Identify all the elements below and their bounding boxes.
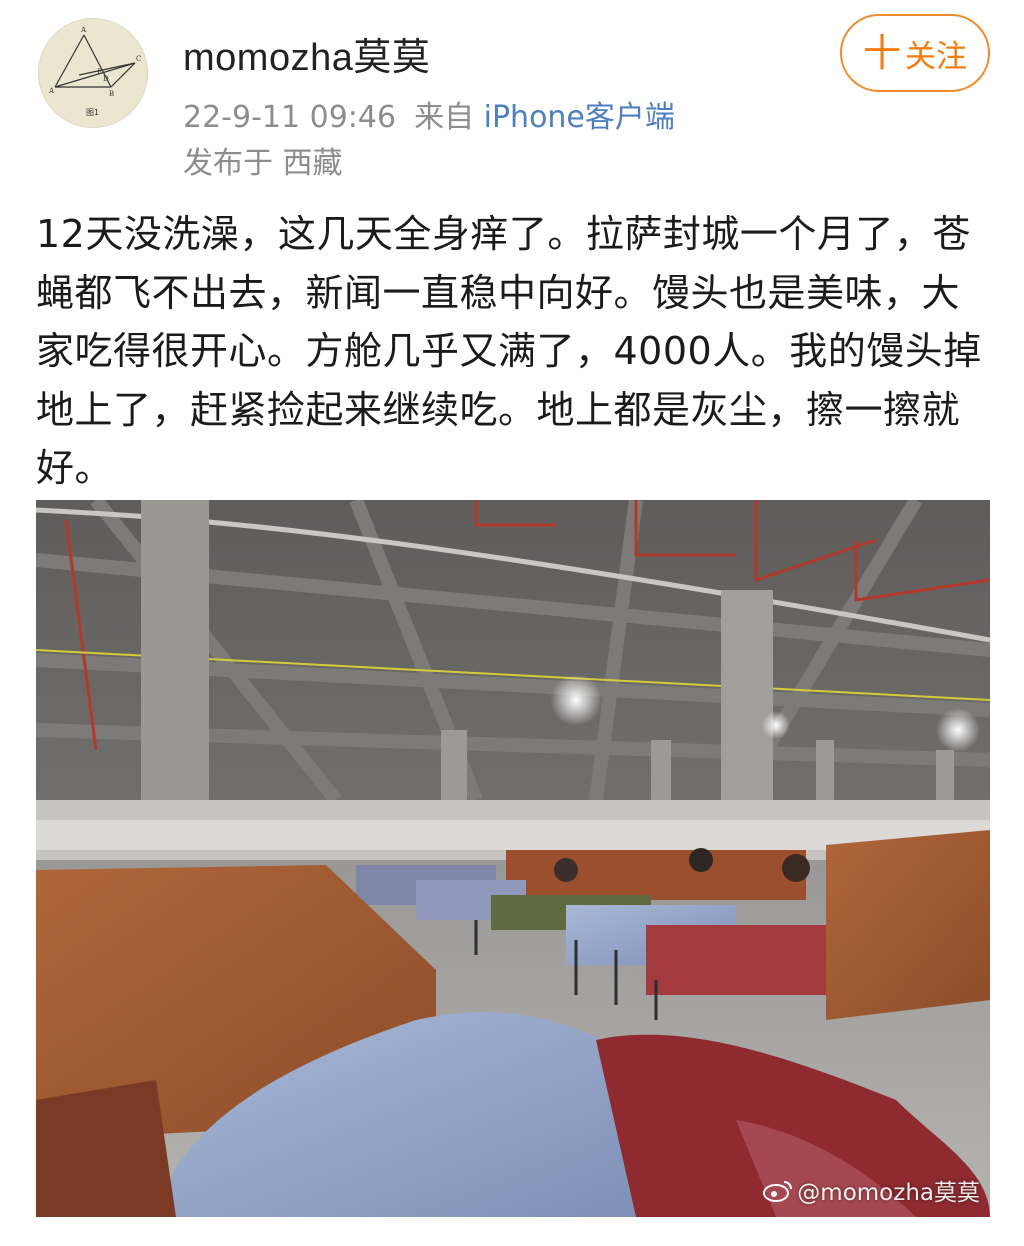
watermark-text: @momozha莫莫 (797, 1180, 980, 1206)
post-header: A C A B E D 图1 momozha莫莫 22-9-11 09:46 来自… (0, 0, 1024, 195)
svg-text:C: C (136, 55, 141, 63)
location: 发布于 西藏 (183, 146, 343, 181)
username[interactable]: momozha莫莫 (183, 26, 430, 81)
follow-button-label: 关注 (905, 38, 967, 75)
svg-text:E: E (97, 68, 102, 76)
quarantine-hall-photo (36, 500, 990, 1217)
svg-text:A: A (80, 26, 87, 34)
svg-text:B: B (109, 90, 114, 98)
post-text: 12天没洗澡，这几天全身痒了。拉萨封城一个月了，苍蝇都飞不出去，新闻一直稳中向好… (36, 212, 982, 490)
post-meta: 22-9-11 09:46 来自 iPhone客户端 (183, 92, 675, 136)
source-prefix: 来自 (414, 100, 475, 135)
source-app-link[interactable]: iPhone客户端 (484, 100, 675, 135)
weibo-icon (763, 1181, 793, 1202)
plus-icon: 十 (862, 31, 901, 75)
geometry-diagram-avatar-icon: A C A B E D 图1 (39, 19, 147, 127)
timestamp: 22-9-11 09:46 (183, 100, 397, 135)
post-photo[interactable]: @momozha莫莫 (36, 500, 990, 1217)
avatar-caption: 图1 (86, 108, 99, 117)
svg-text:A: A (48, 87, 55, 95)
avatar[interactable]: A C A B E D 图1 (38, 18, 148, 128)
photo-watermark: @momozha莫莫 (763, 1173, 980, 1207)
svg-text:D: D (103, 75, 109, 83)
follow-button[interactable]: 十 关注 (840, 14, 990, 92)
